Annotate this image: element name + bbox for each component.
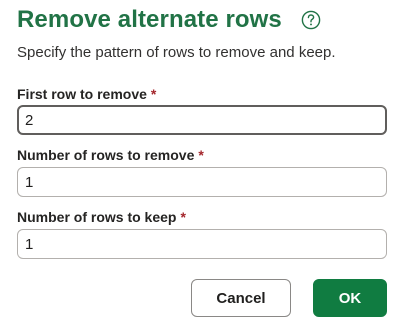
number-of-rows-to-keep-input[interactable] bbox=[17, 229, 387, 259]
first-row-to-remove-input[interactable] bbox=[17, 105, 387, 135]
number-of-rows-to-keep-label: Number of rows to keep * bbox=[17, 209, 186, 225]
dialog-title: Remove alternate rows bbox=[17, 6, 282, 33]
first-row-to-remove-label: First row to remove * bbox=[17, 86, 156, 102]
first-row-to-remove-label-text: First row to remove bbox=[17, 86, 147, 102]
required-marker: * bbox=[198, 147, 204, 163]
number-of-rows-to-remove-input[interactable] bbox=[17, 167, 387, 197]
ok-button-label: OK bbox=[338, 289, 362, 307]
dialog-description: Specify the pattern of rows to remove an… bbox=[17, 44, 336, 61]
number-of-rows-to-remove-label-text: Number of rows to remove bbox=[17, 147, 195, 163]
required-marker: * bbox=[150, 86, 157, 102]
ok-button[interactable]: OK bbox=[313, 279, 387, 317]
remove-alternate-rows-dialog: Remove alternate rows Specify the patter… bbox=[0, 0, 406, 325]
help-circle-icon[interactable] bbox=[301, 10, 321, 30]
number-of-rows-to-keep-label-text: Number of rows to keep bbox=[17, 209, 177, 225]
cancel-button-label: Cancel bbox=[216, 289, 266, 307]
help-circle-icon-graphic bbox=[301, 10, 321, 30]
required-marker: * bbox=[180, 209, 186, 225]
number-of-rows-to-remove-label: Number of rows to remove * bbox=[17, 147, 204, 163]
title-row: Remove alternate rows bbox=[17, 3, 321, 37]
cancel-button[interactable]: Cancel bbox=[191, 279, 291, 317]
